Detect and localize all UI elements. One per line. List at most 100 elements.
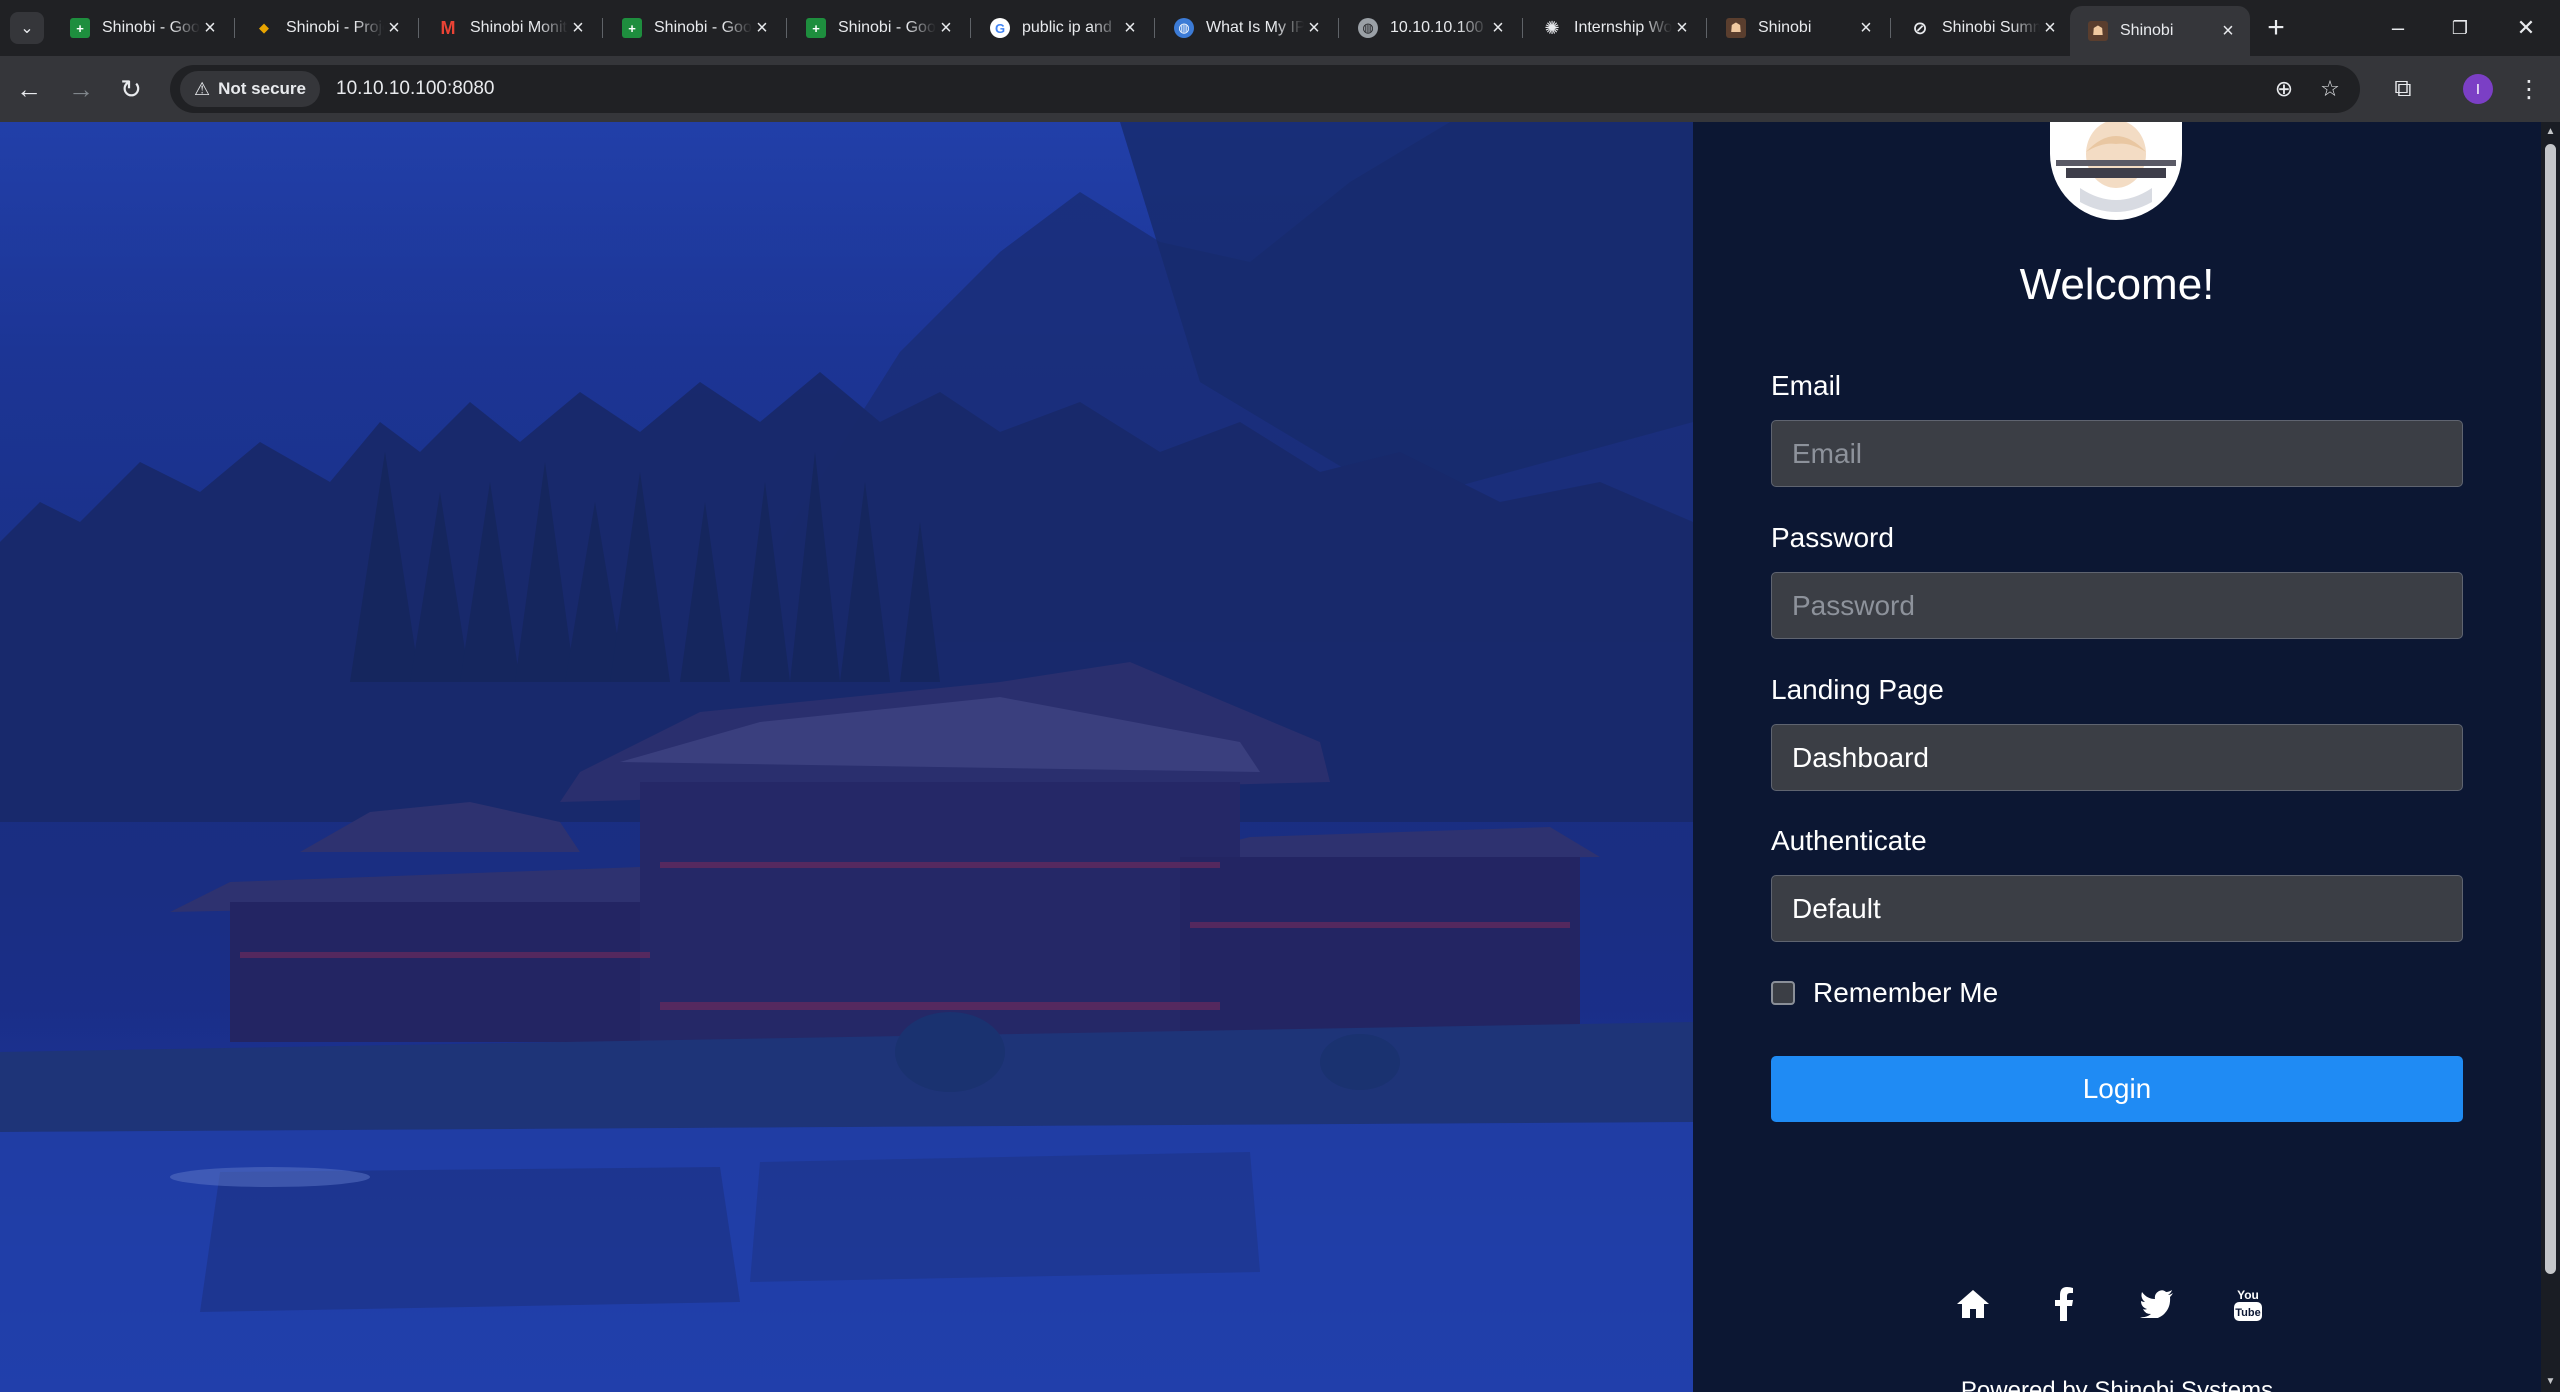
authenticate-label: Authenticate: [1771, 825, 1927, 856]
scroll-thumb[interactable]: [2545, 144, 2556, 1274]
sheets-icon: +: [806, 18, 826, 38]
tab-title: Shinobi Monitoring: [470, 19, 568, 36]
svg-text:Tube: Tube: [2235, 1307, 2260, 1319]
security-chip[interactable]: ⚠ Not secure: [180, 71, 321, 107]
home-icon[interactable]: [1951, 1282, 1995, 1326]
close-icon[interactable]: ×: [200, 17, 220, 40]
chevron-down-icon: ⌄: [20, 20, 34, 37]
reload-button[interactable]: ↻: [112, 70, 150, 108]
close-icon[interactable]: ×: [2040, 17, 2060, 40]
close-icon[interactable]: ×: [1672, 17, 1692, 40]
facebook-icon[interactable]: [2042, 1282, 2086, 1326]
tab-7[interactable]: ◍ 10.10.10.100 ×: [1340, 6, 1520, 50]
login-button[interactable]: Login: [1771, 1056, 2463, 1122]
close-icon[interactable]: ×: [1856, 17, 1876, 40]
tab-10[interactable]: ⊘ Shinobi Summary ×: [1892, 6, 2072, 50]
minimize-icon: –: [2391, 15, 2405, 40]
close-icon[interactable]: ×: [1120, 17, 1140, 40]
address-bar[interactable]: ⚠ Not secure 10.10.10.100:8080 ⊕ ☆: [170, 65, 2360, 113]
minimize-button[interactable]: –: [2368, 6, 2428, 50]
close-icon[interactable]: ×: [384, 17, 404, 40]
project-icon: ◆: [259, 20, 269, 35]
login-panel: Welcome! Email Password Landing Page Das…: [1693, 122, 2541, 1392]
tab-8[interactable]: ✺ Internship Work ×: [1524, 6, 1704, 50]
authenticate-value: Default: [1792, 892, 1881, 924]
authenticate-select[interactable]: Default: [1771, 875, 2463, 942]
forward-button[interactable]: →: [62, 70, 100, 108]
tab-9[interactable]: ☗ Shinobi ×: [1708, 6, 1888, 50]
profile-initial: I: [2475, 80, 2481, 98]
back-button[interactable]: ←: [10, 70, 48, 108]
remember-me-label[interactable]: Remember Me: [1813, 977, 1998, 1009]
tab-title: public ip and: [1022, 19, 1112, 36]
tab-title: 10.10.10.100: [1390, 19, 1484, 36]
email-field[interactable]: [1771, 420, 2463, 487]
email-label: Email: [1771, 370, 1842, 401]
zoom-icon[interactable]: ⊕: [2266, 71, 2302, 107]
shinobi-icon: ☗: [2088, 21, 2108, 41]
close-icon[interactable]: ×: [568, 17, 588, 40]
new-tab-button[interactable]: +: [2258, 10, 2294, 46]
page-scrollbar[interactable]: ▲ ▼: [2541, 122, 2560, 1392]
youtube-icon[interactable]: You Tube: [2226, 1282, 2270, 1326]
landing-page-label: Landing Page: [1771, 674, 1944, 705]
globe-icon: ◍: [1174, 18, 1194, 38]
tab-search-button[interactable]: ⌄: [10, 12, 44, 44]
tab-title: Shinobi: [2120, 22, 2174, 39]
page-viewport: Welcome! Email Password Landing Page Das…: [0, 122, 2560, 1392]
close-window-button[interactable]: ✕: [2496, 6, 2556, 50]
close-icon[interactable]: ×: [936, 17, 956, 40]
welcome-heading: Welcome!: [2019, 260, 2215, 309]
link-icon: ⊘: [1912, 17, 1928, 38]
tab-title: Internship Work: [1574, 19, 1672, 36]
tab-title: Shinobi - Project: [286, 19, 384, 36]
remember-me-checkbox[interactable]: [1771, 981, 1795, 1005]
tab-11-active[interactable]: ☗ Shinobi ×: [2070, 6, 2250, 56]
close-icon[interactable]: ×: [1304, 17, 1324, 40]
copyright-text: Powered by Shinobi.Systems: [1960, 1377, 2274, 1392]
tab-title: Shinobi - Google Sheets: [102, 19, 200, 36]
close-icon[interactable]: ×: [1488, 17, 1508, 40]
tab-title: Shinobi: [1758, 19, 1812, 36]
shinobi-icon: ☗: [1726, 18, 1746, 38]
tab-title: What Is My IP: [1206, 19, 1304, 36]
reload-icon: ↻: [120, 73, 142, 104]
sheets-icon: +: [70, 18, 90, 38]
bookmark-star-icon[interactable]: ☆: [2312, 71, 2348, 107]
browser-toolbar: ← → ↻ ⚠ Not secure 10.10.10.100:8080 ⊕ ☆…: [0, 56, 2560, 122]
extensions-icon[interactable]: ⧉: [2384, 70, 2422, 108]
tab-1[interactable]: ◆ Shinobi - Project ×: [236, 6, 416, 50]
tab-strip: ⌄ + Shinobi - Google Sheets × ◆ Shinobi …: [0, 0, 2560, 56]
security-chip-label: Not secure: [218, 79, 307, 98]
twitter-icon[interactable]: [2135, 1282, 2179, 1326]
warning-icon: ⚠: [194, 78, 211, 99]
close-icon: ✕: [2516, 15, 2536, 40]
remember-me-row: Remember Me: [1771, 977, 1998, 1009]
tab-5[interactable]: G public ip and ×: [972, 6, 1152, 50]
close-icon[interactable]: ×: [752, 17, 772, 40]
close-icon[interactable]: ×: [2218, 20, 2238, 43]
arrow-right-icon: →: [68, 73, 94, 104]
scroll-down-icon[interactable]: ▼: [2545, 1376, 2556, 1388]
landing-page-select[interactable]: Dashboard: [1771, 724, 2463, 791]
url-text[interactable]: 10.10.10.100:8080: [336, 78, 495, 100]
profile-avatar[interactable]: I: [2463, 74, 2493, 104]
svg-text:You: You: [2237, 1288, 2259, 1302]
chatgpt-icon: ✺: [1544, 17, 1560, 38]
tab-2[interactable]: M Shinobi Monitoring ×: [420, 6, 600, 50]
menu-kebab-icon[interactable]: ⋮: [2510, 70, 2548, 108]
tab-title: Shinobi - Google Sheets: [654, 19, 752, 36]
restore-button[interactable]: ❐: [2430, 6, 2490, 50]
scroll-up-icon[interactable]: ▲: [2545, 126, 2556, 138]
hero-background-image: [0, 122, 1693, 1392]
password-field[interactable]: [1771, 572, 2463, 639]
tab-6[interactable]: ◍ What Is My IP ×: [1156, 6, 1336, 50]
arrow-left-icon: ←: [16, 73, 42, 104]
gmail-icon: M: [440, 17, 456, 38]
password-label: Password: [1771, 522, 1894, 553]
shinobi-logo: [2050, 122, 2182, 220]
tab-3[interactable]: + Shinobi - Google Sheets ×: [604, 6, 784, 50]
tab-4[interactable]: + Shinobi - Google Sheets ×: [788, 6, 968, 50]
restore-icon: ❐: [2451, 17, 2469, 38]
tab-0[interactable]: + Shinobi - Google Sheets ×: [52, 6, 232, 50]
